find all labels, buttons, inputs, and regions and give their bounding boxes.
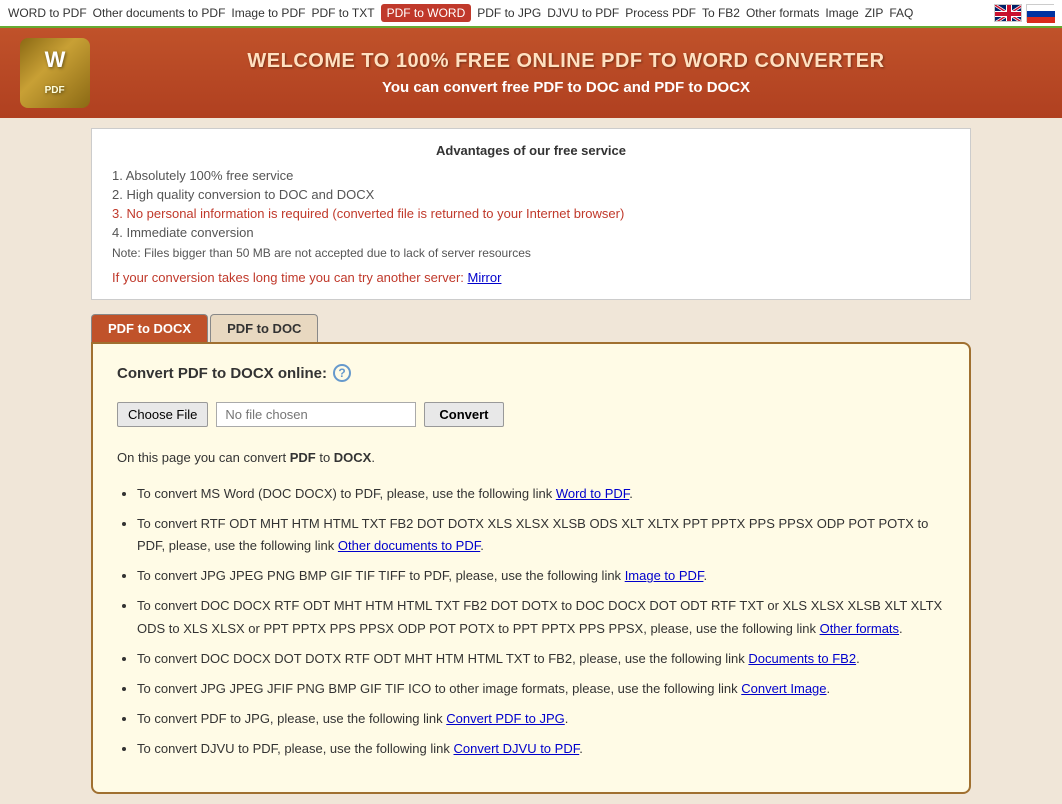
link-other-docs[interactable]: Other documents to PDF xyxy=(338,538,480,553)
period-5: . xyxy=(856,651,860,666)
nav-pdf-to-word[interactable]: PDF to WORD xyxy=(381,4,472,22)
link-image-to-pdf[interactable]: Image to PDF xyxy=(625,568,704,583)
mirror-line: If your conversion takes long time you c… xyxy=(112,270,950,285)
header-title: WELCOME TO 100% FREE ONLINE PDF TO WORD … xyxy=(90,50,1042,73)
list-item-other-docs: To convert RTF ODT MHT HTM HTML TXT FB2 … xyxy=(137,513,945,557)
flag-russian[interactable] xyxy=(1026,4,1054,22)
tab-pdf-to-docx[interactable]: PDF to DOCX xyxy=(91,314,208,342)
period-7: . xyxy=(565,711,569,726)
nav-word-to-pdf[interactable]: WORD to PDF xyxy=(8,6,87,20)
nav-pdf-to-txt[interactable]: PDF to TXT xyxy=(311,6,374,20)
note-text: Note: Files bigger than 50 MB are not ac… xyxy=(112,246,950,260)
logo-text: WPDF xyxy=(45,47,66,99)
link-word-to-pdf[interactable]: Word to PDF xyxy=(556,486,629,501)
nav-image-to-pdf[interactable]: Image to PDF xyxy=(231,6,305,20)
top-navigation: WORD to PDF Other documents to PDF Image… xyxy=(0,0,1062,28)
main-description: On this page you can convert PDF to DOCX… xyxy=(117,447,945,469)
nav-to-fb2[interactable]: To FB2 xyxy=(702,6,740,20)
site-logo: WPDF xyxy=(20,38,90,108)
info-icon[interactable]: ? xyxy=(333,364,351,382)
list-item-word-to-pdf: To convert MS Word (DOC DOCX) to PDF, pl… xyxy=(137,483,945,505)
list-item-pdf-to-jpg: To convert PDF to JPG, please, use the f… xyxy=(137,708,945,730)
advantages-list: 1. Absolutely 100% free service 2. High … xyxy=(112,168,950,240)
list-item-djvu-to-pdf: To convert DJVU to PDF, please, use the … xyxy=(137,738,945,760)
tab-pdf-to-doc[interactable]: PDF to DOC xyxy=(210,314,318,342)
header-banner: WPDF WELCOME TO 100% FREE ONLINE PDF TO … xyxy=(0,28,1062,118)
period-6: . xyxy=(827,681,831,696)
advantage-item-1: 1. Absolutely 100% free service xyxy=(112,168,950,183)
nav-process-pdf[interactable]: Process PDF xyxy=(625,6,696,20)
mirror-link[interactable]: Mirror xyxy=(468,270,502,285)
period-4: . xyxy=(899,621,903,636)
converter-box: Convert PDF to DOCX online: ? Choose Fil… xyxy=(91,342,971,794)
link-djvu-to-pdf[interactable]: Convert DJVU to PDF xyxy=(454,741,580,756)
nav-pdf-to-jpg[interactable]: PDF to JPG xyxy=(477,6,541,20)
nav-image[interactable]: Image xyxy=(825,6,858,20)
flag-english[interactable] xyxy=(994,4,1022,22)
nav-faq[interactable]: FAQ xyxy=(889,6,913,20)
list-item-text-3: To convert JPG JPEG PNG BMP GIF TIF TIFF… xyxy=(137,568,621,583)
list-item-docs-to-fb2: To convert DOC DOCX DOT DOTX RTF ODT MHT… xyxy=(137,648,945,670)
choose-file-button[interactable]: Choose File xyxy=(117,402,208,427)
advantage-item-3: 3. No personal information is required (… xyxy=(112,206,950,221)
period-1: . xyxy=(629,486,633,501)
file-name-display[interactable] xyxy=(216,402,416,427)
nav-other-formats[interactable]: Other formats xyxy=(746,6,819,20)
main-wrapper: Advantages of our free service 1. Absolu… xyxy=(81,128,981,794)
advantage-item-2: 2. High quality conversion to DOC and DO… xyxy=(112,187,950,202)
mirror-text: If your conversion takes long time you c… xyxy=(112,270,464,285)
header-text: WELCOME TO 100% FREE ONLINE PDF TO WORD … xyxy=(90,50,1042,96)
convert-label: Convert PDF to DOCX online: ? xyxy=(117,364,945,382)
advantages-box: Advantages of our free service 1. Absolu… xyxy=(91,128,971,300)
advantage-item-4: 4. Immediate conversion xyxy=(112,225,950,240)
tabs-container: PDF to DOCX PDF to DOC xyxy=(91,314,971,342)
period-3: . xyxy=(703,568,707,583)
list-item-other-formats: To convert DOC DOCX RTF ODT MHT HTM HTML… xyxy=(137,595,945,639)
period-8: . xyxy=(579,741,583,756)
link-docs-to-fb2[interactable]: Documents to FB2 xyxy=(748,651,856,666)
header-subtitle: You can convert free PDF to DOC and PDF … xyxy=(90,79,1042,96)
convert-button[interactable]: Convert xyxy=(424,402,503,427)
nav-other-docs-to-pdf[interactable]: Other documents to PDF xyxy=(93,6,226,20)
description-area: On this page you can convert PDF to DOCX… xyxy=(117,447,945,760)
nav-zip[interactable]: ZIP xyxy=(865,6,884,20)
list-item-convert-image: To convert JPG JPEG JFIF PNG BMP GIF TIF… xyxy=(137,678,945,700)
link-pdf-to-jpg[interactable]: Convert PDF to JPG xyxy=(446,711,564,726)
list-item-text-5: To convert DOC DOCX DOT DOTX RTF ODT MHT… xyxy=(137,651,745,666)
list-item-text-2: To convert RTF ODT MHT HTM HTML TXT FB2 … xyxy=(137,516,928,553)
period-2: . xyxy=(480,538,484,553)
advantages-title: Advantages of our free service xyxy=(112,143,950,158)
nav-djvu-to-pdf[interactable]: DJVU to PDF xyxy=(547,6,619,20)
file-input-row: Choose File Convert xyxy=(117,402,945,427)
list-item-text-8: To convert DJVU to PDF, please, use the … xyxy=(137,741,450,756)
list-item-text-1: To convert MS Word (DOC DOCX) to PDF, pl… xyxy=(137,486,552,501)
link-convert-image[interactable]: Convert Image xyxy=(741,681,826,696)
link-other-formats[interactable]: Other formats xyxy=(820,621,899,636)
language-flags xyxy=(994,4,1054,22)
links-list: To convert MS Word (DOC DOCX) to PDF, pl… xyxy=(117,483,945,760)
list-item-text-6: To convert JPG JPEG JFIF PNG BMP GIF TIF… xyxy=(137,681,738,696)
list-item-image-to-pdf: To convert JPG JPEG PNG BMP GIF TIF TIFF… xyxy=(137,565,945,587)
list-item-text-7: To convert PDF to JPG, please, use the f… xyxy=(137,711,443,726)
convert-label-text: Convert PDF to DOCX online: xyxy=(117,365,327,382)
